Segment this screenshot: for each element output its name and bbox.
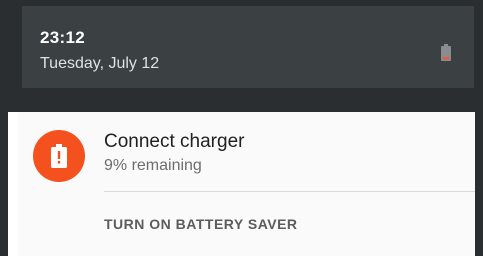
battery-low-icon xyxy=(441,44,451,61)
date-label: Tuesday, July 12 xyxy=(40,55,160,72)
notification-shade-screen: 23:12 Tuesday, July 12 Connect charger 9… xyxy=(0,0,483,256)
background-right-edge xyxy=(475,0,483,256)
notification-subtitle: 9% remaining xyxy=(104,157,202,174)
battery-notification-card[interactable]: Connect charger 9% remaining TURN ON BAT… xyxy=(18,112,475,256)
battery-alert-icon xyxy=(33,130,85,182)
notification-title: Connect charger xyxy=(104,131,245,152)
card-divider xyxy=(104,191,475,192)
turn-on-battery-saver-button[interactable]: TURN ON BATTERY SAVER xyxy=(104,216,298,232)
clock-time: 23:12 xyxy=(40,28,85,47)
quick-settings-header[interactable]: 23:12 Tuesday, July 12 xyxy=(22,6,474,88)
background-left-edge xyxy=(0,0,8,256)
